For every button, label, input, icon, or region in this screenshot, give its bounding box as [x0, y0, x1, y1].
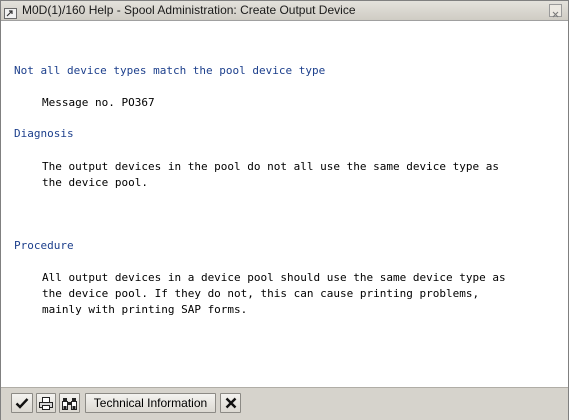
bottom-toolbar: Technical Information	[1, 387, 568, 420]
help-dialog-window: M0D(1)/160 Help - Spool Administration: …	[0, 0, 569, 420]
diagnosis-text-line-2: the device pool.	[42, 176, 148, 189]
help-text-area: Not all device types match the pool devi…	[1, 21, 568, 387]
message-title: Not all device types match the pool devi…	[14, 64, 326, 77]
printer-icon	[39, 396, 53, 410]
diagnosis-text-line-1: The output devices in the pool do not al…	[42, 160, 499, 173]
message-number: Message no. PO367	[42, 96, 155, 109]
procedure-heading: Procedure	[14, 239, 74, 252]
close-icon[interactable]	[549, 4, 562, 18]
procedure-text-line-1: All output devices in a device pool shou…	[42, 271, 506, 284]
technical-information-button[interactable]: Technical Information	[85, 393, 216, 413]
technical-information-label: Technical Information	[93, 396, 208, 410]
window-title: M0D(1)/160 Help - Spool Administration: …	[22, 3, 356, 17]
cancel-button[interactable]	[220, 393, 241, 413]
diagnosis-heading: Diagnosis	[14, 127, 74, 140]
procedure-text-line-2: the device pool. If they do not, this ca…	[42, 287, 480, 300]
checkmark-icon	[15, 397, 29, 409]
title-bar[interactable]: M0D(1)/160 Help - Spool Administration: …	[1, 1, 568, 21]
procedure-text-line-3: mainly with printing SAP forms.	[42, 303, 248, 316]
cancel-x-icon	[225, 397, 237, 409]
window-arrow-icon	[4, 4, 17, 19]
find-button[interactable]	[59, 393, 80, 413]
binoculars-icon	[62, 397, 77, 410]
confirm-button[interactable]	[11, 393, 33, 413]
print-button[interactable]	[36, 393, 56, 413]
